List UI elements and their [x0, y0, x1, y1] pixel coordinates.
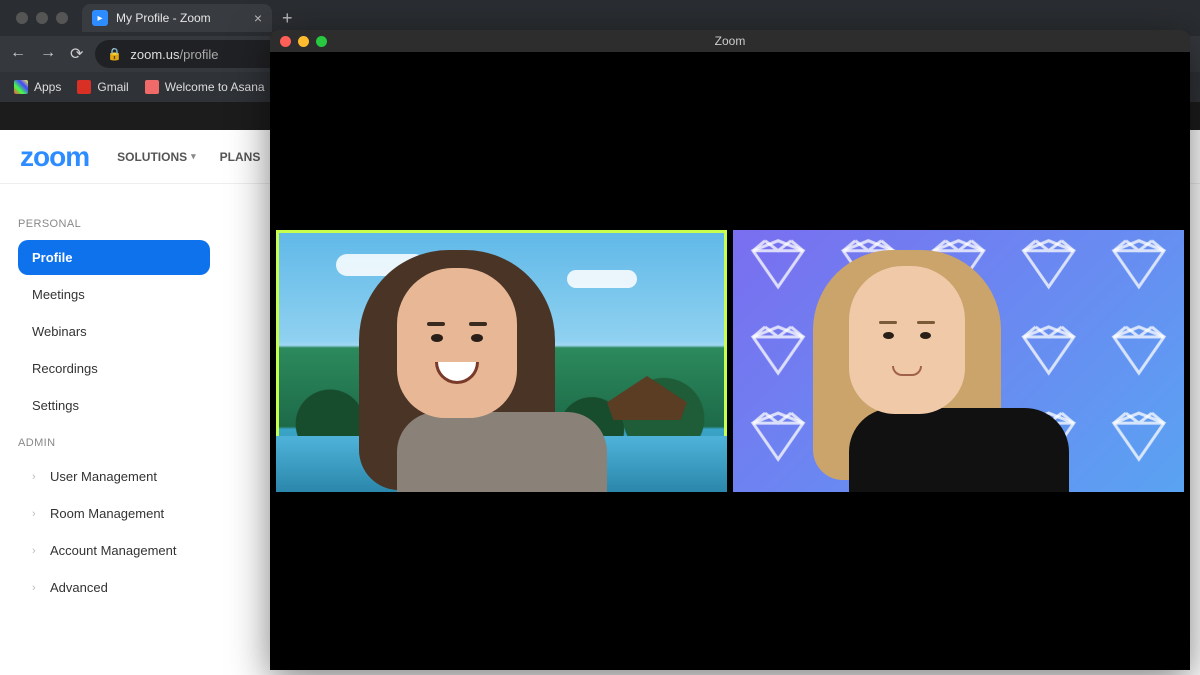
sidebar-item-label: Room Management — [50, 506, 164, 521]
bookmark-gmail[interactable]: Gmail — [77, 80, 128, 94]
sidebar-item-label: User Management — [50, 469, 157, 484]
nav-label: SOLUTIONS — [117, 150, 187, 164]
tab-close-icon[interactable]: × — [254, 10, 262, 26]
zoom-favicon-icon: ▸ — [92, 10, 108, 26]
caret-down-icon: ▾ — [191, 151, 196, 162]
sidebar-item-user-management[interactable]: › User Management — [18, 459, 210, 494]
window-max-dot[interactable] — [56, 12, 68, 24]
zoom-sidebar: PERSONAL Profile Meetings Webinars Recor… — [0, 184, 228, 675]
sidebar-item-account-management[interactable]: › Account Management — [18, 533, 210, 568]
reload-icon[interactable]: ⟳ — [70, 44, 83, 64]
video-tile-participant-1[interactable] — [276, 230, 727, 492]
sidebar-item-recordings[interactable]: Recordings — [18, 351, 210, 386]
section-personal: PERSONAL — [18, 218, 210, 230]
bookmark-asana[interactable]: Welcome to Asana — [145, 80, 265, 94]
asana-icon — [145, 80, 159, 94]
window-close-dot[interactable] — [280, 36, 291, 47]
bookmark-label: Gmail — [97, 80, 128, 94]
video-tile-participant-2[interactable] — [733, 230, 1184, 492]
zoom-window-traffic-lights[interactable] — [270, 36, 327, 47]
bookmark-label: Welcome to Asana — [165, 80, 265, 94]
gmail-icon — [77, 80, 91, 94]
nav-solutions[interactable]: SOLUTIONS ▾ — [117, 150, 196, 164]
video-grid — [276, 230, 1184, 492]
chevron-right-icon: › — [32, 471, 42, 483]
sidebar-item-settings[interactable]: Settings — [18, 388, 210, 423]
nav-plans[interactable]: PLANS — [220, 150, 261, 164]
zoom-meeting-window[interactable]: Zoom — [270, 30, 1190, 670]
window-min-dot[interactable] — [36, 12, 48, 24]
chevron-right-icon: › — [32, 582, 42, 594]
sidebar-item-advanced[interactable]: › Advanced — [18, 570, 210, 605]
section-admin: ADMIN — [18, 437, 210, 449]
url-text: zoom.us/profile — [130, 47, 218, 62]
sidebar-item-profile[interactable]: Profile — [18, 240, 210, 275]
participant-avatar — [397, 268, 607, 492]
bookmark-apps[interactable]: Apps — [14, 80, 61, 94]
browser-traffic-lights[interactable] — [6, 12, 78, 24]
apps-icon — [14, 80, 28, 94]
sidebar-item-label: Advanced — [50, 580, 108, 595]
sidebar-item-label: Account Management — [50, 543, 176, 558]
window-fullscreen-dot[interactable] — [316, 36, 327, 47]
zoom-window-title: Zoom — [270, 34, 1190, 48]
forward-icon[interactable]: → — [40, 44, 56, 64]
sidebar-item-room-management[interactable]: › Room Management — [18, 496, 210, 531]
window-close-dot[interactable] — [16, 12, 28, 24]
chevron-right-icon: › — [32, 545, 42, 557]
url-host: zoom.us — [130, 47, 179, 62]
zoom-top-nav: SOLUTIONS ▾ PLANS — [117, 150, 260, 164]
bookmark-label: Apps — [34, 80, 61, 94]
back-icon[interactable]: ← — [10, 44, 26, 64]
zoom-window-titlebar[interactable]: Zoom — [270, 30, 1190, 52]
nav-controls: ← → ⟳ — [10, 44, 83, 64]
participant-avatar — [849, 266, 1069, 492]
tab-title: My Profile - Zoom — [116, 11, 246, 25]
chevron-right-icon: › — [32, 508, 42, 520]
lock-icon: 🔒 — [107, 47, 122, 61]
window-minimize-dot[interactable] — [298, 36, 309, 47]
browser-tab[interactable]: ▸ My Profile - Zoom × — [82, 4, 272, 32]
sidebar-item-meetings[interactable]: Meetings — [18, 277, 210, 312]
url-path: /profile — [180, 47, 219, 62]
new-tab-button[interactable]: + — [276, 8, 299, 29]
zoom-logo[interactable]: zoom — [20, 141, 89, 173]
sidebar-item-webinars[interactable]: Webinars — [18, 314, 210, 349]
